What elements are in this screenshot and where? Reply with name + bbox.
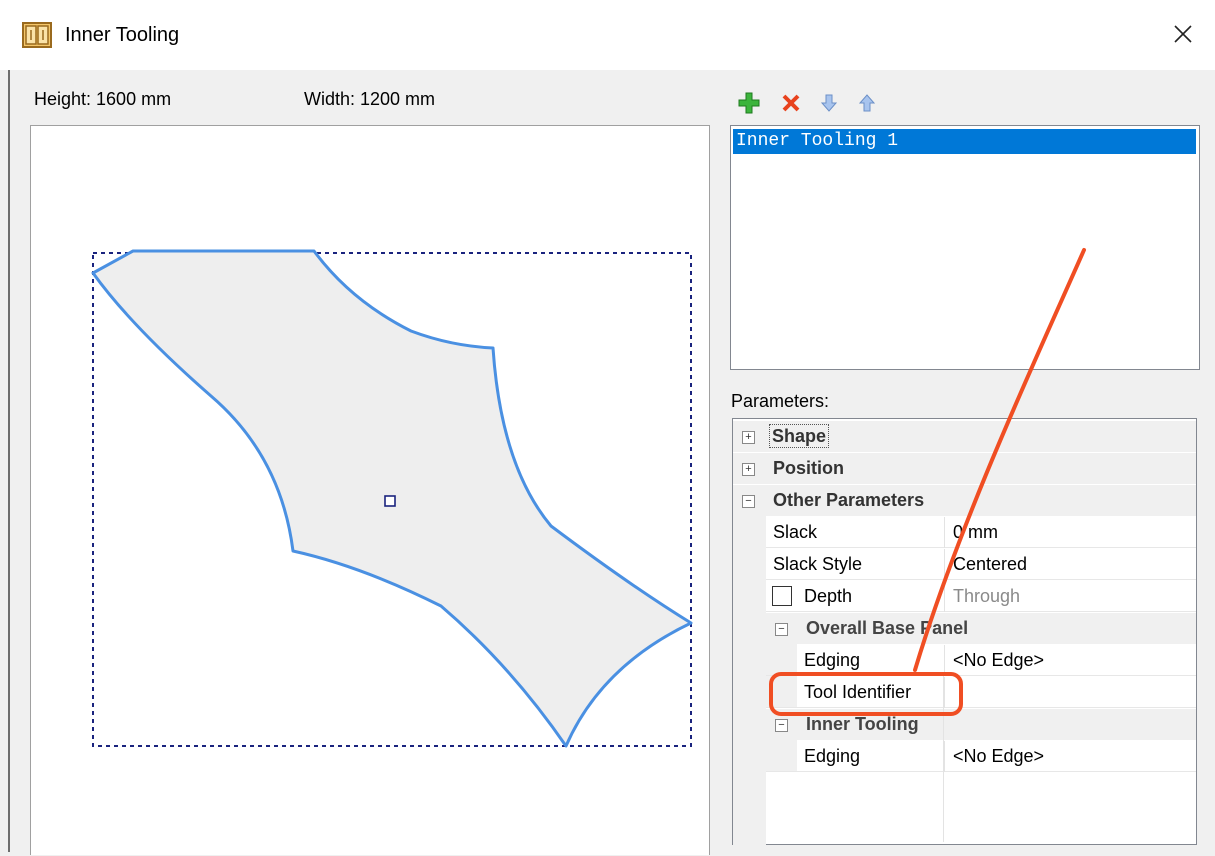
arrow-up-icon (858, 94, 876, 112)
collapse-icon[interactable]: − (742, 495, 755, 508)
category-other-parameters[interactable]: − Other Parameters (733, 485, 1196, 516)
close-icon (1174, 25, 1192, 43)
property-obp-edging[interactable]: Edging <No Edge> (766, 645, 1196, 676)
category-position[interactable]: + Position (733, 453, 1196, 484)
property-name: Edging (804, 650, 861, 670)
arrow-down-icon (820, 94, 838, 112)
preview-canvas[interactable] (30, 125, 710, 855)
list-item[interactable]: Inner Tooling 1 (733, 129, 1196, 154)
property-name: Edging (804, 746, 861, 766)
close-button[interactable] (1163, 14, 1203, 54)
category-label: Overall Base Panel (806, 618, 969, 638)
category-label: Position (773, 458, 844, 478)
category-inner-tooling[interactable]: − Inner Tooling (766, 709, 1196, 740)
width-label: Width: 1200 mm (304, 89, 436, 109)
category-overall-base-panel[interactable]: − Overall Base Panel (766, 613, 1196, 644)
depth-checkbox[interactable] (772, 586, 792, 606)
category-label: Inner Tooling (806, 714, 919, 734)
property-name: Tool Identifier (804, 682, 912, 702)
title-bar (0, 0, 1215, 70)
property-it-edging[interactable]: Edging <No Edge> (766, 741, 1196, 772)
expand-icon[interactable]: + (742, 431, 755, 444)
property-value[interactable]: <No Edge> (953, 741, 1044, 772)
parameters-label: Parameters: (731, 391, 830, 411)
cabinet-icon (22, 22, 52, 48)
collapse-icon[interactable]: − (775, 719, 788, 732)
property-depth[interactable]: Depth Through (766, 581, 1196, 612)
column-divider (943, 676, 944, 842)
indent-gutter (733, 516, 766, 850)
property-value[interactable]: Centered (953, 549, 1027, 580)
property-name: Slack (773, 522, 818, 542)
property-value[interactable]: 0 mm (953, 517, 998, 548)
add-button[interactable] (738, 92, 760, 114)
tooling-list[interactable]: Inner Tooling 1 (730, 125, 1200, 370)
category-shape[interactable]: + Shape (733, 421, 1196, 452)
property-value[interactable]: <No Edge> (953, 645, 1044, 676)
category-label: Shape (769, 424, 830, 448)
collapse-icon[interactable]: − (775, 623, 788, 636)
property-value[interactable]: Through (953, 581, 1020, 612)
height-label: Height: 1600 mm (34, 89, 172, 109)
window-border (8, 70, 10, 852)
delete-button[interactable] (780, 92, 802, 114)
red-x-icon (782, 94, 800, 112)
property-slack-style[interactable]: Slack Style Centered (766, 549, 1196, 580)
green-plus-icon (738, 92, 760, 114)
property-slack[interactable]: Slack 0 mm (766, 517, 1196, 548)
parameters-grid[interactable]: + Shape + Position − Other Parameters Sl… (732, 418, 1197, 850)
tooling-shape-drawing (91, 249, 693, 748)
property-tool-identifier[interactable]: Tool Identifier (766, 677, 1196, 708)
property-name: Depth (804, 586, 853, 606)
property-name: Slack Style (773, 554, 863, 574)
center-handle[interactable] (384, 495, 396, 507)
expand-icon[interactable]: + (742, 463, 755, 476)
move-down-button[interactable] (818, 92, 840, 114)
category-label: Other Parameters (773, 490, 925, 510)
move-up-button[interactable] (856, 92, 878, 114)
window-title: Inner Tooling (65, 24, 180, 46)
